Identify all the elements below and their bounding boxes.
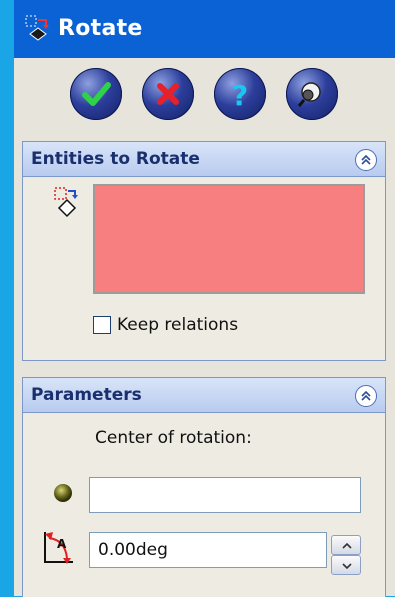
detail-preview-icon	[297, 82, 321, 107]
rotation-angle-field[interactable]	[89, 532, 327, 568]
entities-selection-box[interactable]	[93, 184, 365, 294]
help-button[interactable]: ?	[214, 68, 266, 120]
sketch-entities-icon	[54, 187, 78, 218]
parameters-section: Parameters Center of rotation: A 0.00deg	[22, 377, 386, 597]
rotation-angle-icon: A	[44, 532, 73, 564]
center-point-icon	[54, 484, 72, 502]
detailed-preview-button[interactable]	[286, 68, 338, 120]
center-of-rotation-field[interactable]	[89, 477, 361, 513]
title-bar: Rotate	[14, 0, 395, 58]
help-icon: ?	[232, 79, 248, 112]
rotate-icon	[25, 15, 49, 41]
angle-increment-button[interactable]	[331, 535, 361, 555]
chevron-down-icon	[342, 563, 352, 570]
ok-button[interactable]	[70, 68, 122, 120]
collapse-parameters-button[interactable]	[355, 385, 377, 407]
action-buttons: ?	[14, 62, 395, 126]
entities-to-rotate-section: Entities to Rotate Keep relations	[22, 141, 386, 361]
parameters-section-header[interactable]: Parameters	[23, 378, 385, 413]
ok-icon	[82, 82, 111, 106]
svg-text:A: A	[57, 537, 67, 551]
chevron-up-icon	[342, 542, 352, 549]
svg-text:?: ?	[232, 79, 248, 112]
keep-relations-label: Keep relations	[117, 315, 239, 335]
cancel-button[interactable]	[142, 68, 194, 120]
keep-relations-checkbox[interactable]	[93, 316, 111, 334]
angle-decrement-button[interactable]	[331, 555, 361, 575]
parameters-section-title: Parameters	[31, 385, 142, 405]
cancel-icon	[157, 83, 179, 105]
collapse-entities-button[interactable]	[355, 149, 377, 171]
entities-section-header[interactable]: Entities to Rotate	[23, 142, 385, 177]
center-of-rotation-label: Center of rotation:	[95, 428, 252, 448]
panel-title: Rotate	[58, 16, 143, 41]
property-manager-panel: Rotate ? Entities to Rotate Keep relatio…	[14, 0, 395, 597]
entities-section-title: Entities to Rotate	[31, 149, 200, 169]
chevron-up-icon	[361, 390, 371, 401]
chevron-up-icon	[361, 154, 371, 165]
